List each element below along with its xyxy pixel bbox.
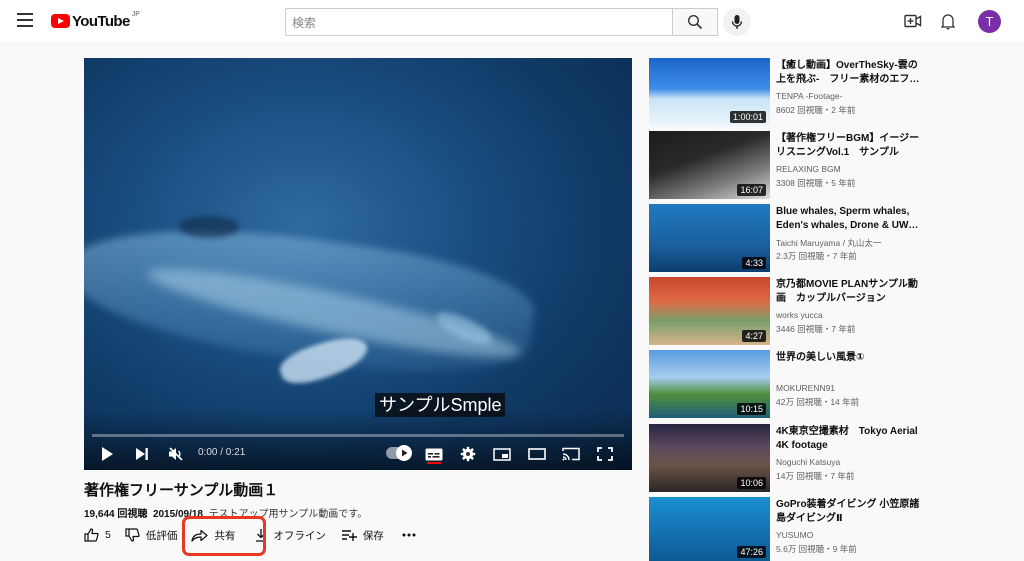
channel-name: TENPA -Footage- (776, 91, 843, 101)
duration-badge: 4:33 (742, 257, 766, 269)
recommended-video[interactable]: 10:06 4K東京空撮素材 Tokyo Aerial 4K footage N… (649, 424, 929, 492)
recommended-video-title: Blue whales, Sperm whales, Eden's whales… (776, 206, 919, 231)
video-player[interactable]: サンプルSmple 0:00 / 0:21 (84, 58, 632, 470)
video-thumbnail: 4:33 (649, 204, 770, 272)
top-bar: YouTube JP 検索 T (0, 0, 1024, 42)
duration-badge: 10:15 (737, 403, 766, 415)
video-stats: 3308 回視聴・5 年前 (776, 178, 856, 188)
offline-label: オフライン (273, 529, 326, 542)
video-thumbnail: 47:26 (649, 497, 770, 561)
avatar[interactable]: T (978, 10, 1001, 33)
create-video-icon (904, 14, 922, 28)
create-video-button[interactable] (903, 12, 923, 30)
recommended-video-title: 【癒し動画】OverTheSky-雲の上を飛ぶ- フリー素材のエフ… (776, 60, 920, 85)
fullscreen-icon (597, 447, 613, 461)
search-button[interactable] (673, 8, 718, 36)
duration-badge: 1:00:01 (729, 111, 766, 123)
channel-name: MOKURENN91 (776, 383, 836, 393)
cast-button[interactable] (560, 443, 582, 465)
channel-name: YUSUMO (776, 530, 814, 540)
recommended-video[interactable]: 47:26 GoPro装着ダイビング 小笠原諸島ダイビングⅡ YUSUMO 5.… (649, 497, 929, 561)
search-placeholder: 検索 (292, 15, 317, 30)
volume-muted-icon (169, 447, 183, 461)
play-icon (102, 447, 113, 461)
voice-search-button[interactable] (723, 8, 751, 36)
dislike-label: 低評価 (145, 529, 178, 542)
youtube-logo[interactable]: YouTube JP (51, 11, 140, 31)
recommended-video-title: 4K東京空撮素材 Tokyo Aerial 4K footage (776, 426, 918, 451)
channel-name: Taichi Maruyama / 丸山太一 (776, 238, 882, 248)
video-thumbnail: 1:00:01 (649, 58, 770, 126)
thumbs-down-icon (125, 528, 140, 542)
mute-button[interactable] (165, 443, 187, 465)
microphone-icon (731, 15, 743, 29)
notifications-button[interactable] (938, 11, 958, 31)
recommended-video-title: 【著作権フリーBGM】イージーリスニングVol.1 サンプル (776, 133, 920, 158)
recommended-video[interactable]: 16:07 【著作権フリーBGM】イージーリスニングVol.1 サンプル REL… (649, 131, 929, 199)
save-label: 保存 (362, 529, 384, 542)
autoplay-play-icon (401, 449, 407, 457)
time-display: 0:00 / 0:21 (198, 447, 246, 458)
video-stats: 3446 回視聴・7 年前 (776, 324, 856, 334)
video-thumbnail: 10:06 (649, 424, 770, 492)
cast-icon (562, 447, 580, 461)
video-stats: 8602 回視聴・2 年前 (776, 105, 856, 115)
miniplayer-button[interactable] (491, 443, 513, 465)
dislike-button[interactable]: 低評価 (125, 528, 178, 543)
like-button[interactable]: 5 (84, 528, 111, 542)
next-button[interactable] (131, 443, 153, 465)
recommended-video-title: 京乃都MOVIE PLANサンプル動画 カップルバージョン (776, 279, 918, 304)
video-thumbnail: 16:07 (649, 131, 770, 199)
duration-badge: 4:27 (742, 330, 766, 342)
duration-badge: 16:07 (737, 184, 766, 196)
video-thumbnail: 10:15 (649, 350, 770, 418)
settings-button[interactable] (457, 443, 479, 465)
video-thumbnail: 4:27 (649, 277, 770, 345)
subtitles-icon (425, 448, 443, 460)
duration-badge: 47:26 (737, 546, 766, 558)
youtube-play-logo-icon (51, 14, 70, 28)
channel-name: RELAXING BGM (776, 164, 841, 174)
bell-icon (941, 13, 955, 29)
theater-mode-icon (528, 448, 546, 460)
search-icon (687, 14, 703, 30)
gear-icon (460, 446, 476, 462)
recommended-video[interactable]: 1:00:01 【癒し動画】OverTheSky-雲の上を飛ぶ- フリー素材のエ… (649, 58, 929, 126)
video-stats: 14万 回視聴・7 年前 (776, 471, 855, 481)
playlist-add-icon (341, 530, 357, 541)
video-stats: 2.3万 回視聴・7 年前 (776, 251, 857, 261)
save-button[interactable]: 保存 (341, 528, 384, 543)
logo-region: JP (131, 10, 140, 18)
recommended-video-title: GoPro装着ダイビング 小笠原諸島ダイビングⅡ (776, 499, 920, 524)
view-count: 19,644 回視聴 (84, 509, 148, 520)
skip-next-icon (136, 448, 148, 460)
recommended-video-title: 世界の美しい風景① (776, 352, 865, 363)
hamburger-menu-icon[interactable] (17, 13, 33, 27)
share-highlight-box (182, 516, 266, 556)
fullscreen-button[interactable] (594, 443, 616, 465)
video-stats: 5.6万 回視聴・9 年前 (776, 544, 857, 554)
video-stats: 42万 回視聴・14 年前 (776, 397, 860, 407)
autoplay-toggle[interactable] (386, 445, 412, 461)
channel-name: works yucca (776, 310, 823, 320)
recommended-video[interactable]: 10:15 世界の美しい風景① MOKURENN91 42万 回視聴・14 年前 (649, 350, 929, 418)
duration-badge: 10:06 (737, 477, 766, 489)
logo-text: YouTube (72, 12, 130, 30)
more-horizontal-icon (402, 533, 416, 537)
subtitles-active-indicator (427, 462, 441, 464)
channel-name: Noguchi Katsuya (776, 457, 841, 467)
recommended-video[interactable]: 4:33 Blue whales, Sperm whales, Eden's w… (649, 204, 929, 272)
like-count: 5 (105, 529, 111, 541)
video-frame-whale-shadow (179, 216, 239, 238)
theater-mode-button[interactable] (526, 443, 548, 465)
autoplay-knob (396, 445, 412, 461)
search-input[interactable]: 検索 (285, 8, 673, 36)
recommended-video[interactable]: 4:27 京乃都MOVIE PLANサンプル動画 カップルバージョン works… (649, 277, 929, 345)
thumbs-up-icon (84, 528, 99, 542)
more-actions-button[interactable] (402, 533, 422, 537)
play-button[interactable] (96, 443, 118, 465)
miniplayer-icon (493, 447, 511, 461)
progress-bar[interactable] (92, 434, 624, 437)
video-title: 著作権フリーサンプル動画１ (84, 482, 279, 499)
